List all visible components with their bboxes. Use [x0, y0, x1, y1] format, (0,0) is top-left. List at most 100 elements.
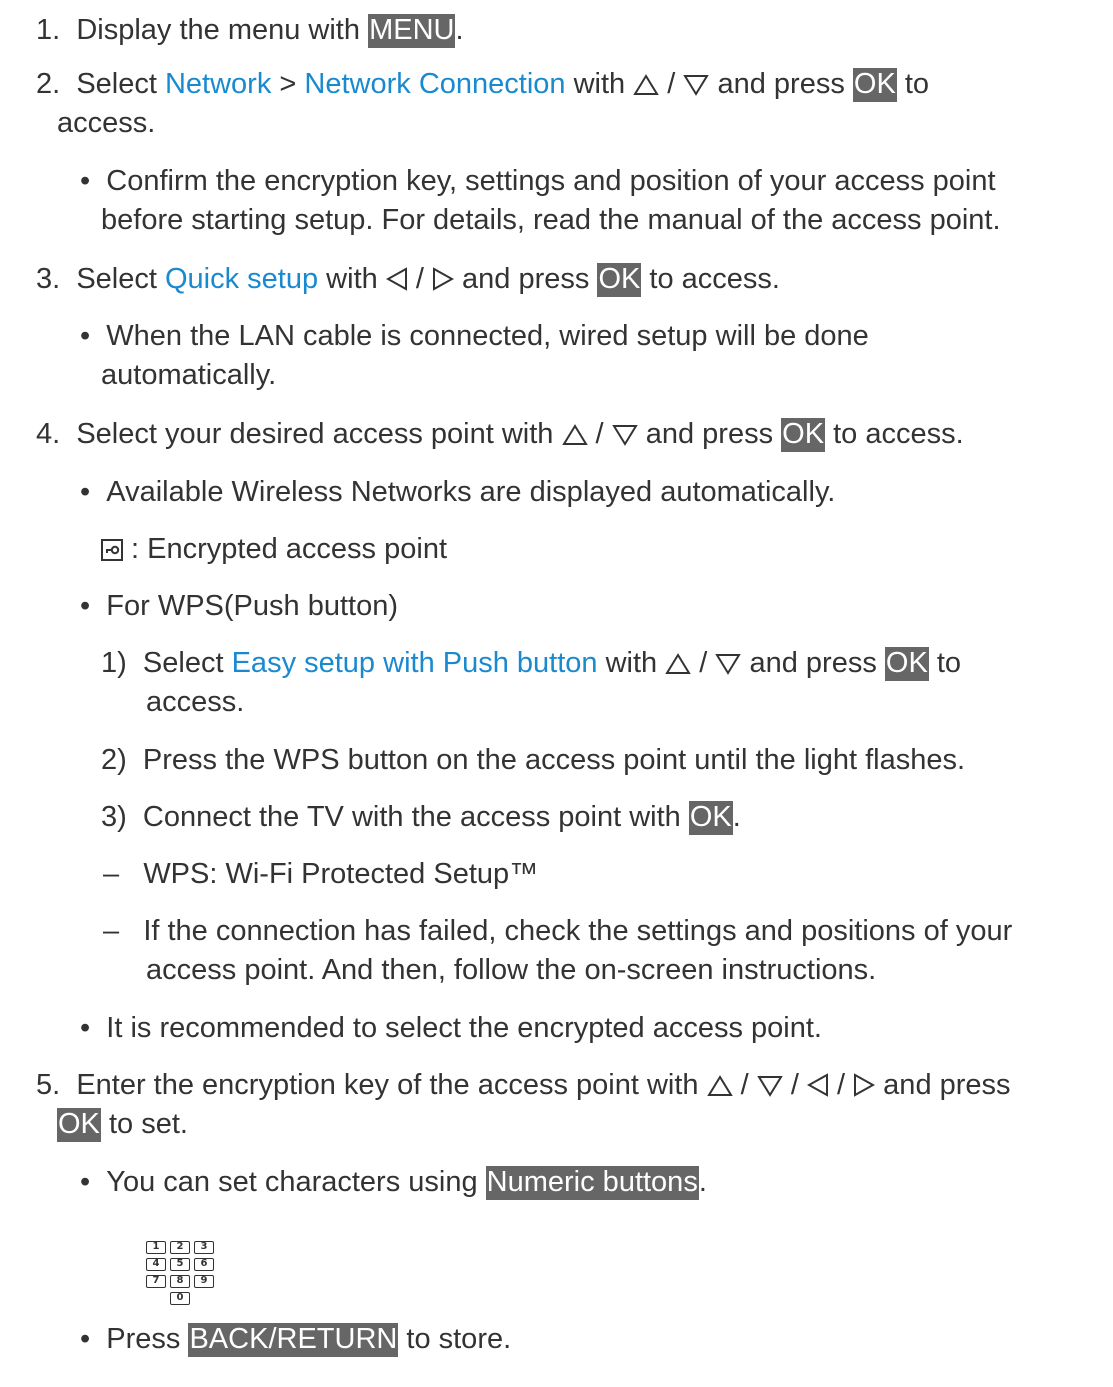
quick-setup-link[interactable]: Quick setup: [165, 263, 318, 295]
menu-key-label: MENU: [368, 14, 456, 48]
step-text: Connect the TV with the access point wit…: [142, 801, 689, 833]
substep-number: 1): [101, 647, 127, 679]
step-4-bullet-3: • It is recommended to select the encryp…: [80, 1009, 822, 1048]
ok-key-label: OK: [852, 68, 897, 102]
numpad-key-8: 8: [170, 1275, 190, 1288]
slash: /: [659, 68, 684, 100]
ok-key-label: OK: [884, 647, 929, 681]
step-text: Select: [142, 647, 232, 679]
step-3: 3. Select Quick setup with / and press O…: [36, 260, 780, 299]
step-2-bullet: • Confirm the encryption key, settings a…: [80, 162, 996, 201]
note-text: WPS: Wi-Fi Protected Setup™: [143, 858, 539, 890]
step-number: 5.: [36, 1069, 61, 1101]
step-text: and press: [709, 68, 853, 100]
numpad-key-3: 3: [194, 1241, 214, 1254]
step-text: Select: [76, 68, 165, 100]
network-connection-link[interactable]: Network Connection: [304, 68, 565, 100]
step-2-continuation: access.: [57, 107, 156, 139]
ok-key-label: OK: [597, 263, 642, 297]
down-triangle-icon: [715, 654, 742, 675]
substep-1: 1) Select Easy setup with Push button wi…: [101, 644, 961, 683]
step-5-bullet-1: • You can set characters using Numeric b…: [80, 1163, 707, 1202]
bullet: •: [80, 1166, 91, 1198]
up-triangle-icon: [633, 74, 660, 95]
dash-note-2-continuation: access point. And then, follow the on-sc…: [146, 954, 877, 986]
dash-note-1: – WPS: Wi-Fi Protected Setup™: [103, 855, 538, 894]
numpad-key-0: 0: [170, 1292, 190, 1305]
step-number: 4.: [36, 418, 61, 450]
dash-note-2: – If the connection has failed, check th…: [103, 912, 1012, 951]
step-text: Display the menu with: [76, 14, 369, 46]
step-5: 5. Enter the encryption key of the acces…: [36, 1066, 1011, 1105]
note-text: : Encrypted access point: [123, 533, 447, 565]
slash: /: [407, 263, 432, 295]
down-triangle-icon: [756, 1076, 783, 1097]
slash: /: [732, 1069, 757, 1101]
bullet-text: Available Wireless Networks are displaye…: [106, 476, 836, 508]
punctuation: .: [455, 14, 464, 46]
step-3-bullet-continuation: automatically.: [101, 359, 277, 391]
slash: /: [782, 1069, 807, 1101]
note-text: If the connection has failed, check the …: [143, 915, 1013, 947]
bullet-text: Confirm the encryption key, settings and…: [106, 165, 996, 197]
bullet-text: It is recommended to select the encrypte…: [106, 1012, 822, 1044]
step-5-bullet-2: • Press BACK/RETURN to store.: [80, 1320, 511, 1359]
step-text: Press the WPS button on the access point…: [142, 744, 966, 776]
network-link[interactable]: Network: [165, 68, 271, 100]
numeric-keypad-icon: 123 456 7890: [146, 1241, 226, 1309]
step-2: 2. Select Network > Network Connection w…: [36, 65, 929, 104]
ok-key-label: OK: [688, 801, 733, 835]
ok-key-label: OK: [57, 1108, 101, 1142]
numpad-key-1: 1: [146, 1241, 166, 1254]
step-5-continuation: OK to set.: [57, 1105, 188, 1144]
substep-2: 2) Press the WPS button on the access po…: [101, 741, 965, 780]
step-4-bullet-2: • For WPS(Push button): [80, 587, 398, 626]
dash: –: [103, 915, 120, 947]
step-text: Select your desired access point with: [76, 418, 562, 450]
substep-1-continuation: access.: [146, 686, 245, 718]
left-triangle-icon: [385, 267, 407, 291]
step-2-bullet-continuation: before starting setup. For details, read…: [101, 204, 1001, 236]
bullet: •: [80, 590, 91, 622]
bullet-text: When the LAN cable is connected, wired s…: [106, 320, 869, 352]
slash: /: [691, 647, 716, 679]
step-3-bullet: • When the LAN cable is connected, wired…: [80, 317, 869, 356]
step-text: Select: [76, 263, 165, 295]
punctuation: .: [698, 1166, 707, 1198]
numpad-key-9: 9: [194, 1275, 214, 1288]
right-triangle-icon: [432, 267, 454, 291]
bullet-text: For WPS(Push button): [106, 590, 398, 622]
right-triangle-icon: [854, 1073, 876, 1097]
punctuation: .: [732, 801, 741, 833]
step-number: 2.: [36, 68, 61, 100]
step-1: 1. Display the menu with MENU.: [36, 11, 464, 50]
step-number: 3.: [36, 263, 61, 295]
slash: /: [587, 418, 612, 450]
step-text: Enter the encryption key of the access p…: [76, 1069, 707, 1101]
up-triangle-icon: [706, 1075, 733, 1096]
substep-3: 3) Connect the TV with the access point …: [101, 798, 741, 837]
numpad-key-7: 7: [146, 1275, 166, 1288]
step-text: and press: [637, 418, 782, 450]
down-triangle-icon: [611, 425, 638, 446]
substep-number: 3): [101, 801, 127, 833]
numpad-key-2: 2: [170, 1241, 190, 1254]
numpad-key-4: 4: [146, 1258, 166, 1271]
up-triangle-icon: [665, 653, 692, 674]
bullet: •: [80, 476, 91, 508]
step-text: with: [565, 68, 634, 100]
step-text: and press: [741, 647, 885, 679]
step-text: to set.: [100, 1108, 188, 1140]
bullet-text: to store.: [398, 1323, 512, 1355]
step-text: to: [896, 68, 930, 100]
step-text: with: [318, 263, 386, 295]
step-number: 1.: [36, 14, 61, 46]
bullet: •: [80, 1323, 91, 1355]
ok-key-label: OK: [781, 418, 826, 452]
up-triangle-icon: [561, 424, 588, 445]
step-4-bullet-1: • Available Wireless Networks are displa…: [80, 473, 835, 512]
easy-setup-link[interactable]: Easy setup with Push button: [232, 647, 598, 679]
step-text: with: [597, 647, 666, 679]
step-4: 4. Select your desired access point with…: [36, 415, 964, 454]
slash: /: [828, 1069, 854, 1101]
